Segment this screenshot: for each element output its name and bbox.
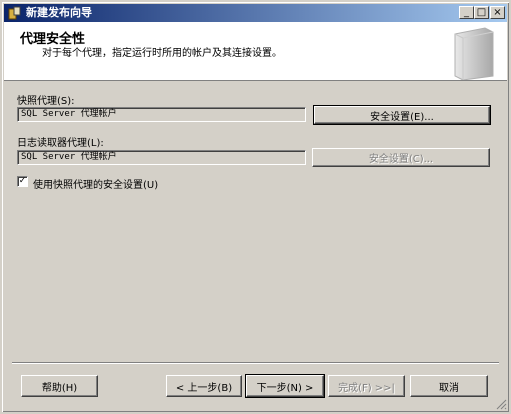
title-bar[interactable]: 新建发布向导 _ □ × bbox=[4, 4, 507, 22]
wizard-window: 新建发布向导 _ □ × 代理安全性 对于每个代理，指定运行时所用的帐户及其连接… bbox=[0, 0, 511, 414]
wizard-header: 代理安全性 对于每个代理，指定运行时所用的帐户及其连接设置。 bbox=[4, 22, 507, 81]
footer-divider bbox=[12, 362, 499, 364]
use-snapshot-security-checkbox[interactable]: ✓ bbox=[17, 176, 28, 187]
page-subtitle: 对于每个代理，指定运行时所用的帐户及其连接设置。 bbox=[42, 48, 282, 59]
snapshot-agent-field: SQL Server 代理帐户 bbox=[17, 107, 306, 122]
back-button[interactable]: < 上一步(B) bbox=[166, 375, 242, 397]
use-snapshot-security-label[interactable]: 使用快照代理的安全设置(U) bbox=[33, 176, 158, 191]
help-button[interactable]: 帮助(H) bbox=[21, 375, 98, 397]
minimize-button[interactable]: _ bbox=[459, 6, 474, 19]
snapshot-agent-label: 快照代理(S): bbox=[17, 96, 75, 107]
resize-grip-icon[interactable] bbox=[495, 398, 507, 410]
log-reader-security-settings-button[interactable]: 安全设置(C)... bbox=[312, 148, 490, 167]
next-button[interactable]: 下一步(N) > bbox=[245, 374, 325, 398]
finish-button[interactable]: 完成(F) >>| bbox=[328, 375, 405, 397]
book-icon bbox=[454, 27, 494, 80]
close-button[interactable]: × bbox=[490, 6, 505, 19]
log-reader-agent-label: 日志读取器代理(L): bbox=[17, 138, 104, 149]
snapshot-security-settings-button[interactable]: 安全设置(E)... bbox=[313, 105, 491, 125]
maximize-button[interactable]: □ bbox=[474, 6, 489, 19]
window-title: 新建发布向导 bbox=[26, 6, 92, 19]
cancel-button[interactable]: 取消 bbox=[410, 375, 488, 397]
app-icon bbox=[8, 6, 21, 20]
log-reader-agent-field: SQL Server 代理帐户 bbox=[17, 150, 306, 165]
